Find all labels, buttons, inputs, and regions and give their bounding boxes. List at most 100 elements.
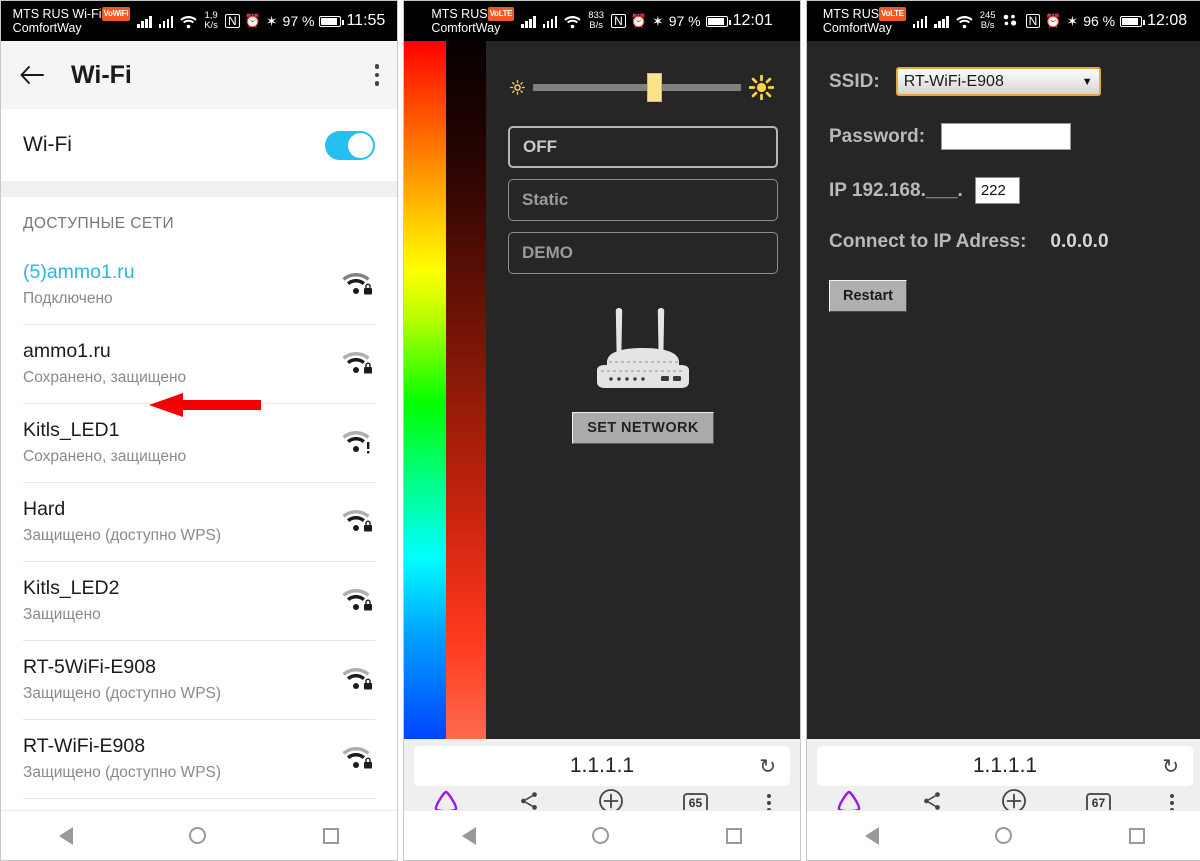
network-ssid: Hard [23,498,66,520]
ip-row: IP 192.168.___. 222 [829,177,1183,204]
android-navigation-bar-panel1 [1,810,397,860]
set-network-row: SET NETWORK [508,412,778,444]
signal-bars-sim1-icon [912,15,928,28]
nav-home-icon[interactable] [189,827,207,844]
nav-back-icon[interactable] [59,826,74,845]
mode-button-demo[interactable]: DEMO [508,232,778,274]
bluetooth-icon: ✶ [265,12,278,29]
mode-button-static[interactable]: Static [508,179,778,221]
carrier-line2: ComfortWay [431,21,501,35]
volte-badge: VoLTE [879,7,906,21]
wifi-locked-icon [341,665,375,693]
android-navigation-bar-panel3 [807,810,1200,860]
nav-back-icon[interactable] [865,826,880,845]
nav-recent-icon[interactable] [1128,827,1145,844]
network-status: Защищено (доступно WPS) [23,527,222,544]
browser-chrome-panel3: 1.1.1.1 ↻ 67 [807,739,1200,813]
address-bar[interactable]: 1.1.1.1 ↻ [817,746,1193,786]
wifi-status-icon [180,14,197,29]
url-text: 1.1.1.1 [569,754,635,777]
back-arrow-icon[interactable] [19,62,45,88]
page-title: Wi-Fi [71,60,132,89]
ssid-row: SSID: RT-WiFi-E908 ▼ [829,67,1183,96]
signal-bars-sim2-icon [158,15,174,28]
network-ssid: Kitls_LED1 [23,419,120,441]
section-divider [1,181,397,197]
list-item[interactable]: RT-5WiFi-E908 Защищено (доступно WPS) [1,640,397,719]
clock: 11:55 [346,12,386,29]
wifi-toggle-switch[interactable] [325,130,375,160]
list-item[interactable]: Hard Защищено (доступно WPS) [1,482,397,561]
overflow-menu-icon[interactable] [374,64,379,86]
brightness-slider-thumb[interactable] [647,73,663,102]
alarm-icon: ⏰ [244,13,261,28]
bluetooth-icon: ✶ [1066,12,1079,29]
list-item[interactable]: (5)ammo1.ru Подключено [1,245,397,324]
hue-gradient-strip[interactable] [404,41,446,739]
nav-back-icon[interactable] [462,826,477,845]
status-bar-panel3: MTS RUS VoLTE ComfortWay 245 B/s N ⏰ ✶ 96 … [807,1,1200,41]
router-illustration [508,300,778,400]
mode-button-label: DEMO [522,243,573,262]
network-status: Подключено [23,290,113,307]
wifi-app-bar: Wi-Fi [1,41,397,109]
list-item[interactable]: ammo1.ru Сохранено, защищено [1,324,397,403]
network-ssid: Kitls_LED2 [23,577,120,599]
wifi-locked-icon [341,349,375,377]
network-ssid: RT-5WiFi-E908 [23,656,156,678]
signal-bars-sim2-icon [934,15,949,28]
carrier-name: MTS RUS VoLTE ComfortWay [431,7,515,35]
sun-small-icon [510,80,525,95]
set-network-button[interactable]: SET NETWORK [572,412,714,444]
alarm-icon: ⏰ [630,13,647,28]
status-bar-panel1: MTS RUS Wi-Fi VoWiFi ComfortWay 1,9 K/s N … [1,1,397,41]
wifi-router-icon [589,300,697,400]
wifi-master-toggle-row[interactable]: Wi-Fi [1,109,397,181]
password-input[interactable] [941,123,1072,150]
nav-home-icon[interactable] [995,827,1013,844]
carrier-line1: MTS RUS [822,7,880,21]
three-phone-screenshots: MTS RUS Wi-Fi VoWiFi ComfortWay 1,9 K/s N … [0,0,1200,861]
password-label: Password: [829,125,926,147]
android-navigation-bar-panel2 [404,810,800,860]
nav-recent-icon[interactable] [725,827,742,844]
wifi-status-icon [956,14,973,29]
brightness-slider-track[interactable] [533,73,741,102]
carrier-name: MTS RUS VoLTE ComfortWay [823,7,906,35]
address-bar[interactable]: 1.1.1.1 ↻ [414,746,790,786]
list-item[interactable]: Kitls_LED2 Защищено [1,561,397,640]
ip-octet-input[interactable]: 222 [974,177,1020,204]
network-status: Защищено (доступно WPS) [23,764,222,781]
password-row: Password: [829,123,1183,150]
battery-percent: 96 % [1083,13,1116,29]
nav-home-icon[interactable] [592,827,610,844]
nav-recent-icon[interactable] [322,827,339,844]
vowifi-badge: VoWiFi [101,7,131,21]
nfc-icon: N [1025,14,1041,28]
nfc-icon: N [611,14,626,28]
available-networks-header: ДОСТУПНЫЕ СЕТИ [1,197,397,245]
restart-button[interactable]: Restart [829,280,907,312]
url-text: 1.1.1.1 [972,754,1038,777]
connect-ip-label: Connect to IP Adress: [829,231,1027,252]
wifi-locked-icon [341,586,375,614]
ssid-select[interactable]: RT-WiFi-E908 ▼ [895,67,1101,96]
status-bar-right-icons: N ⏰ ✶ 97 % 11:55 [224,12,386,30]
list-item[interactable]: RT-WiFi-E908 Защищено (доступно WPS) [1,719,397,798]
clock: 12:08 [1147,12,1188,29]
list-item[interactable]: Kitls_LED1 Сохранено, защищено [1,403,397,482]
mode-button-off[interactable]: OFF [508,126,778,168]
signal-bars-sim2-icon [542,15,558,28]
network-setup-form: SSID: RT-WiFi-E908 ▼ Password: IP 192.16… [807,41,1200,739]
network-status: Защищено (доступно WPS) [23,685,222,702]
wifi-status-icon [564,14,581,29]
network-status: Сохранено, защищено [23,369,187,386]
phone-screen-led-controller: MTS RUS VoLTE ComfortWay 833 B/s N ⏰ ✶ 97 … [403,0,801,861]
brightness-gradient-strip[interactable] [446,41,486,739]
reload-icon[interactable]: ↻ [759,754,776,779]
carrier-line2: ComfortWay [12,21,82,35]
ssid-label: SSID: [829,70,880,92]
reload-icon[interactable]: ↻ [1162,754,1179,779]
brightness-slider[interactable] [510,73,775,102]
network-ssid: RT-WiFi-E908 [23,735,146,757]
